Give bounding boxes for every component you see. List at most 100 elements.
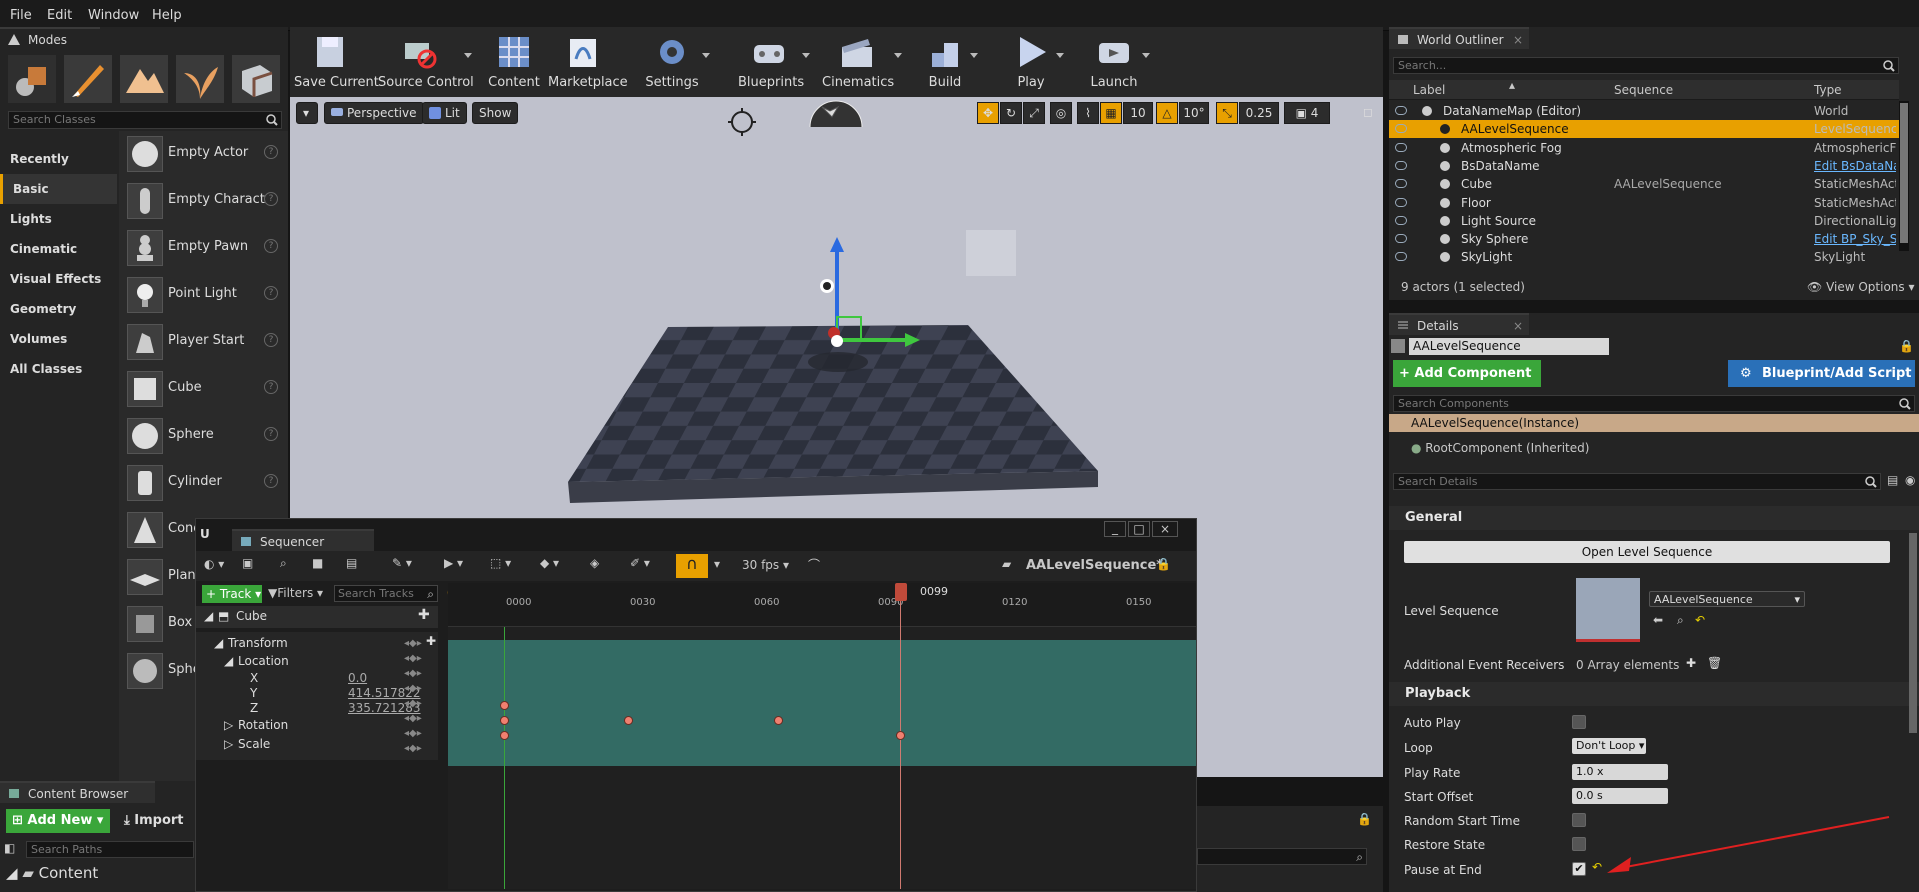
column-sequence[interactable]: Sequence (1614, 83, 1673, 97)
reset-icon[interactable]: ↶ (1695, 613, 1705, 627)
actor-name-field[interactable]: AALevelSequence (1409, 338, 1609, 355)
column-type[interactable]: Type (1814, 83, 1842, 97)
outliner-row[interactable]: DataNameMap (Editor) World (1389, 102, 1899, 120)
chevron-down-icon[interactable] (894, 53, 902, 58)
lock-icon[interactable]: 🔒 (1156, 557, 1171, 571)
chevron-down-icon[interactable] (464, 53, 472, 58)
visibility-eye-icon[interactable] (1395, 142, 1407, 152)
collapse-icon[interactable]: ◢ (204, 609, 213, 623)
help-icon[interactable]: ? (264, 380, 278, 394)
timeline-ruler[interactable]: 0000 0030 0060 0090 0120 0150 0099 (448, 583, 1196, 627)
close-icon[interactable]: × (1152, 521, 1178, 537)
render-movie-icon[interactable]: ▤ (346, 556, 357, 570)
class-item[interactable]: Point Light? (122, 272, 286, 318)
build-button[interactable]: Build (922, 27, 978, 97)
eye-icon[interactable]: ◉ (1905, 473, 1919, 490)
search-classes-input[interactable]: Search Classes (8, 111, 282, 129)
column-label[interactable]: Label (1413, 83, 1445, 97)
expand-icon[interactable]: ▷ (224, 718, 233, 732)
browse-arrow-icon[interactable]: ⬅ (1653, 613, 1663, 627)
delete-element-icon[interactable]: 🗑 (1707, 656, 1722, 670)
search-tracks-input[interactable]: Search Tracks ⌕ (334, 585, 438, 602)
open-level-sequence-button[interactable]: Open Level Sequence (1404, 541, 1890, 563)
snap-magnet-icon[interactable]: ∩ (676, 554, 708, 578)
chevron-down-icon[interactable] (1056, 53, 1064, 58)
help-icon[interactable]: ? (264, 333, 278, 347)
outliner-type[interactable]: Edit BsDataName (1814, 157, 1896, 175)
place-mode-icon[interactable] (8, 55, 56, 103)
menu-file[interactable]: File (10, 8, 32, 23)
outliner-row[interactable]: AALevelSequence LevelSequence (1389, 120, 1899, 139)
sources-toggle-icon[interactable]: ◧ (4, 841, 18, 855)
modes-tab[interactable]: Modes (0, 27, 100, 49)
category-volumes[interactable]: Volumes (0, 324, 117, 354)
chevron-down-icon[interactable] (970, 53, 978, 58)
foliage-mode-icon[interactable] (176, 55, 224, 103)
help-icon[interactable]: ? (264, 145, 278, 159)
expand-icon[interactable]: ▷ (224, 737, 233, 751)
visibility-eye-icon[interactable] (1395, 106, 1407, 115)
class-item[interactable]: Sphere? (122, 413, 286, 459)
settings-button[interactable]: Settings (644, 27, 710, 97)
paint-mode-icon[interactable] (64, 55, 112, 103)
add-new-button[interactable]: ⊞ Add New ▾ (6, 809, 110, 833)
search-components-input[interactable]: Search Components (1393, 395, 1915, 412)
minimize-icon[interactable]: _ (1104, 521, 1126, 537)
help-icon[interactable]: ? (264, 427, 278, 441)
menu-help[interactable]: Help (152, 8, 182, 23)
pause-at-end-checkbox[interactable]: ✔ (1572, 862, 1586, 876)
landscape-mode-icon[interactable] (120, 55, 168, 103)
help-icon[interactable]: ? (264, 239, 278, 253)
visibility-eye-icon[interactable] (1395, 197, 1407, 207)
asset-search-input[interactable]: ⌕ (1197, 848, 1367, 865)
add-component-button[interactable]: + Add Component ▾ (1393, 360, 1541, 408)
root-component-row[interactable]: ● RootComponent (Inherited) (1411, 441, 1589, 455)
menu-window[interactable]: Window (88, 8, 139, 23)
import-button[interactable]: ⤓ Import (124, 813, 184, 828)
save-sequence-icon[interactable]: ▣ (242, 556, 253, 570)
add-icon[interactable]: ✚ (418, 607, 430, 623)
outliner-search-input[interactable]: Search... (1393, 57, 1899, 74)
class-item[interactable]: Cylinder? (122, 460, 286, 506)
category-lights[interactable]: Lights (0, 204, 117, 234)
keyframe[interactable] (500, 701, 509, 710)
view-options-button[interactable]: 👁 View Options ▾ (1807, 280, 1915, 294)
help-icon[interactable]: ? (264, 286, 278, 300)
track-area[interactable] (448, 640, 1196, 766)
cube-track-row[interactable]: ◢ ⬒ Cube ✚ (196, 606, 438, 628)
blueprint-add-script-button[interactable]: ⚙ Blueprint/Add Script (1728, 360, 1915, 387)
auto-play-checkbox[interactable] (1572, 715, 1586, 729)
menu-edit[interactable]: Edit (47, 8, 72, 23)
details-tab[interactable]: Details × (1389, 313, 1529, 335)
visibility-eye-icon[interactable] (1395, 124, 1407, 134)
visibility-eye-icon[interactable] (1395, 234, 1407, 244)
curve-edit-icon[interactable]: ✐ ▾ (630, 556, 650, 570)
close-icon[interactable]: × (1513, 29, 1523, 51)
visibility-eye-icon[interactable] (1395, 160, 1407, 170)
add-element-icon[interactable]: ✚ (1686, 656, 1696, 670)
component-instance-row[interactable]: AALevelSequence(Instance) (1389, 414, 1919, 432)
add-track-button[interactable]: + Track ▾ (202, 585, 262, 603)
outliner-row[interactable]: BsDataName Edit BsDataName (1389, 157, 1899, 175)
help-icon[interactable]: ? (264, 192, 278, 206)
category-all-classes[interactable]: All Classes (0, 354, 117, 384)
content-folder-row[interactable]: ◢ ▰ Content (6, 864, 98, 882)
chevron-down-icon[interactable] (802, 53, 810, 58)
lock-icon[interactable]: 🔒 (1899, 339, 1914, 353)
level-sequence-thumbnail[interactable] (1576, 578, 1640, 642)
outliner-row[interactable]: Sky Sphere Edit BP_Sky_Sphere (1389, 230, 1899, 248)
chevron-down-icon[interactable] (702, 53, 710, 58)
chevron-down-icon[interactable] (1142, 53, 1150, 58)
class-item[interactable]: Empty Charact? (122, 178, 286, 224)
curve-editor-icon[interactable]: ⌒ (808, 556, 820, 573)
play-rate-field[interactable]: 1.0 x (1572, 764, 1668, 780)
settings-icon[interactable]: ◐ ▾ (204, 557, 224, 571)
source-control-button[interactable]: Source Control (378, 27, 474, 97)
category-basic[interactable]: Basic (0, 174, 117, 204)
keyframe[interactable] (624, 716, 633, 725)
keyframe[interactable] (774, 716, 783, 725)
content-browser-tab[interactable]: Content Browser (0, 781, 155, 803)
lock-icon[interactable]: 🔒 (1357, 812, 1372, 826)
class-item[interactable]: Empty Actor? (122, 131, 286, 177)
timeline-area[interactable]: 0000 0030 0060 0090 0120 0150 0099 (448, 583, 1196, 889)
